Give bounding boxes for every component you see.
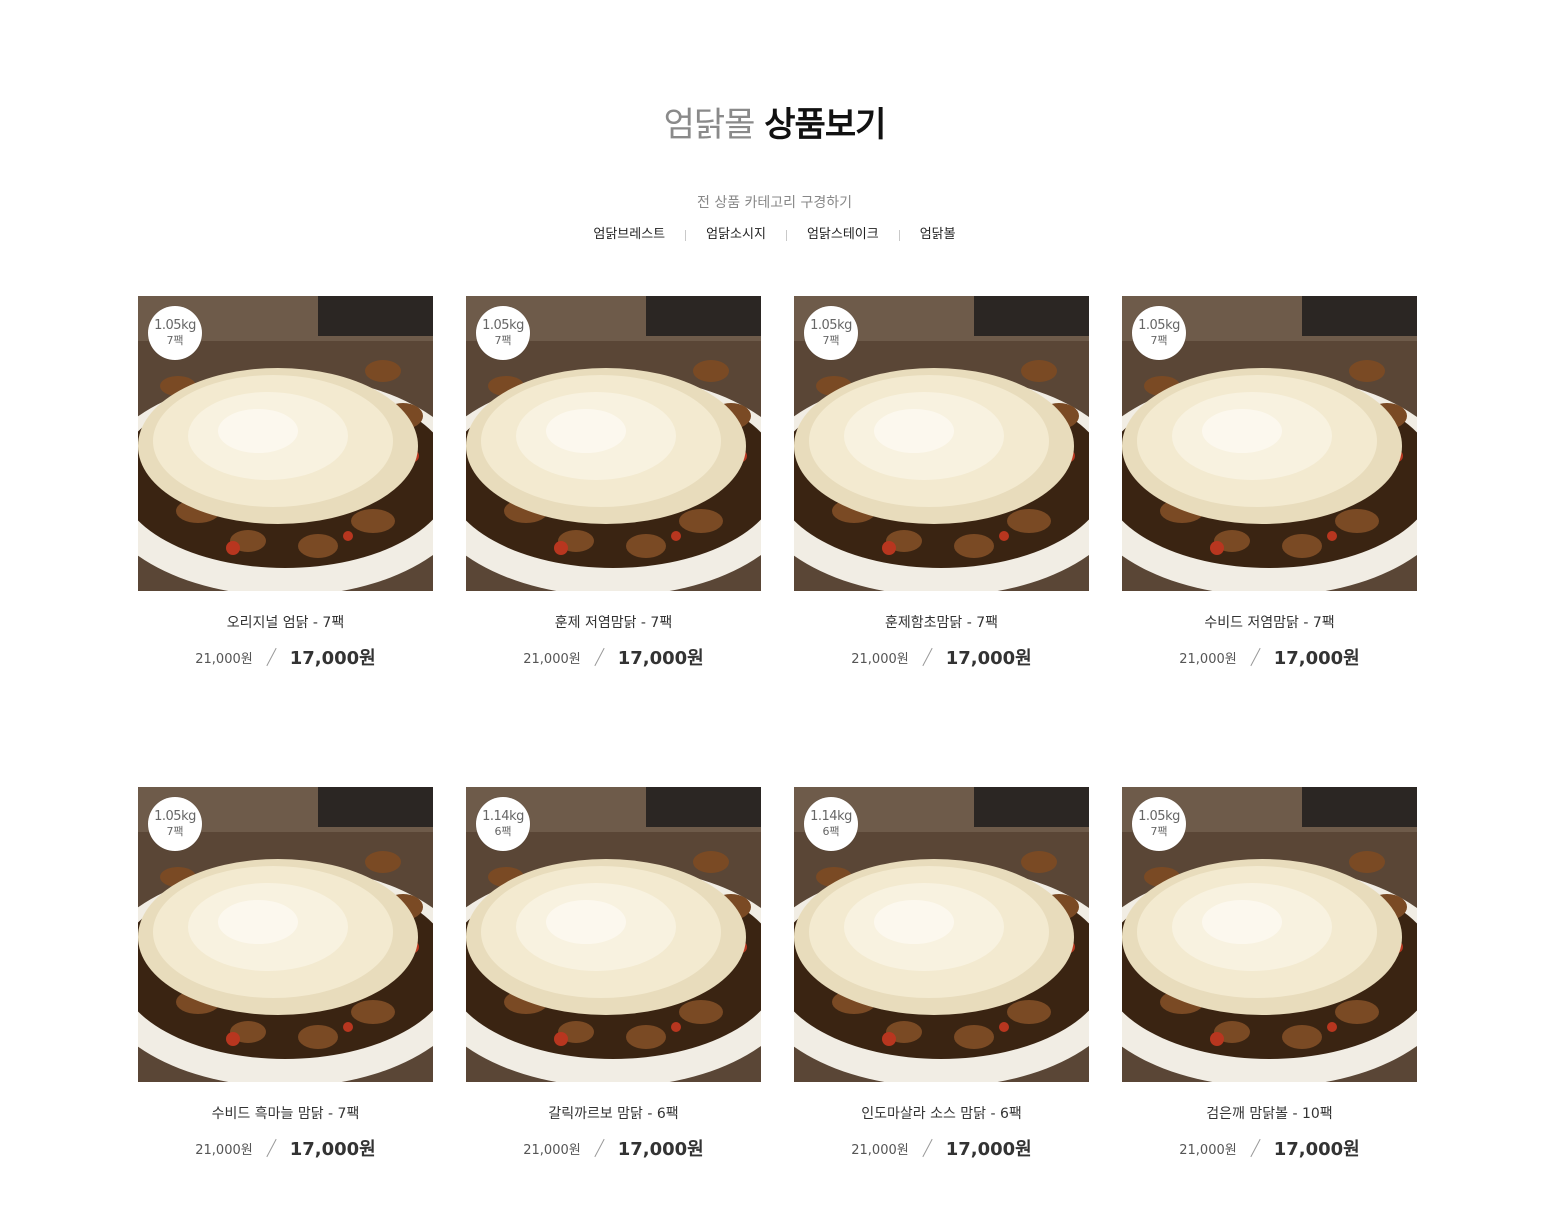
weight-badge: 1.14kg 6팩 [804,797,858,851]
category-subtitle: 전 상품 카테고리 구경하기 [696,195,853,211]
product-card[interactable]: 1.05kg 7팩 수비드 저염맘닭 - 7팩 21,000원 17,000원 [1122,296,1417,669]
original-price: 21,000원 [851,1142,909,1158]
product-name[interactable]: 훈제함초맘닭 - 7팩 [794,613,1089,633]
page: 엄닭몰 상품보기 전 상품 카테고리 구경하기 엄닭브레스트 엄닭소시지 엄닭스… [0,0,1549,1218]
sale-price: 17,000원 [289,648,376,669]
weight-badge: 1.14kg 6팩 [476,797,530,851]
price-divider [922,647,933,667]
pack-count-label: 7팩 [1150,334,1168,347]
sale-price: 17,000원 [1273,648,1360,669]
sale-price: 17,000원 [1273,1139,1360,1160]
weight-label: 1.05kg [482,318,524,333]
price-row: 21,000원 17,000원 [1122,645,1417,669]
pack-count-label: 7팩 [494,334,512,347]
original-price: 21,000원 [523,1142,581,1158]
divider [898,229,900,241]
weight-label: 1.05kg [154,318,196,333]
original-price: 21,000원 [523,651,581,667]
pack-count-label: 7팩 [822,334,840,347]
pack-count-label: 7팩 [166,334,184,347]
product-image[interactable]: 1.05kg 7팩 [138,296,433,591]
price-divider [1250,1138,1261,1158]
price-row: 21,000원 17,000원 [466,645,761,669]
price-divider [266,1138,277,1158]
original-price: 21,000원 [195,1142,253,1158]
pack-count-label: 7팩 [166,825,184,838]
sale-price: 17,000원 [945,648,1032,669]
product-card[interactable]: 1.14kg 6팩 인도마살라 소스 맘닭 - 6팩 21,000원 17,00… [794,787,1089,1160]
original-price: 21,000원 [1179,651,1237,667]
price-divider [1250,647,1261,667]
product-name[interactable]: 수비드 저염맘닭 - 7팩 [1122,613,1417,633]
weight-label: 1.05kg [810,318,852,333]
original-price: 21,000원 [195,651,253,667]
product-card[interactable]: 1.05kg 7팩 훈제 저염맘닭 - 7팩 21,000원 17,000원 [466,296,761,669]
page-title: 엄닭몰 상품보기 [0,100,1549,150]
pack-count-label: 7팩 [1150,825,1168,838]
product-card[interactable]: 1.05kg 7팩 검은깨 맘닭볼 - 10팩 21,000원 17,000원 [1122,787,1417,1160]
product-name[interactable]: 검은깨 맘닭볼 - 10팩 [1122,1104,1417,1124]
price-divider [922,1138,933,1158]
weight-badge: 1.05kg 7팩 [476,306,530,360]
price-divider [594,1138,605,1158]
product-image[interactable]: 1.14kg 6팩 [466,787,761,1082]
weight-badge: 1.05kg 7팩 [1132,306,1186,360]
weight-badge: 1.05kg 7팩 [148,306,202,360]
brand-name: 엄닭몰 [663,105,756,145]
product-image[interactable]: 1.14kg 6팩 [794,787,1089,1082]
page-heading: 상품보기 [764,105,886,145]
product-image[interactable]: 1.05kg 7팩 [1122,296,1417,591]
price-row: 21,000원 17,000원 [138,645,433,669]
weight-label: 1.14kg [810,809,852,824]
sale-price: 17,000원 [617,648,704,669]
weight-label: 1.05kg [154,809,196,824]
category-link-ball[interactable]: 엄닭볼 [920,224,956,246]
category-nav: 엄닭브레스트 엄닭소시지 엄닭스테이크 엄닭볼 [0,224,1549,246]
price-row: 21,000원 17,000원 [1122,1136,1417,1160]
product-name[interactable]: 인도마살라 소스 맘닭 - 6팩 [794,1104,1089,1124]
product-name[interactable]: 수비드 흑마늘 맘닭 - 7팩 [138,1104,433,1124]
product-card[interactable]: 1.05kg 7팩 수비드 흑마늘 맘닭 - 7팩 21,000원 17,000… [138,787,433,1160]
weight-badge: 1.05kg 7팩 [804,306,858,360]
product-card[interactable]: 1.05kg 7팩 오리지널 엄닭 - 7팩 21,000원 17,000원 [138,296,433,669]
divider [685,229,687,241]
product-image[interactable]: 1.05kg 7팩 [794,296,1089,591]
price-row: 21,000원 17,000원 [466,1136,761,1160]
product-image[interactable]: 1.05kg 7팩 [138,787,433,1082]
product-image[interactable]: 1.05kg 7팩 [466,296,761,591]
weight-label: 1.05kg [1138,318,1180,333]
pack-count-label: 6팩 [822,825,840,838]
product-grid: 1.05kg 7팩 오리지널 엄닭 - 7팩 21,000원 17,000원 1… [138,296,1417,1160]
weight-badge: 1.05kg 7팩 [148,797,202,851]
product-card[interactable]: 1.14kg 6팩 갈릭까르보 맘닭 - 6팩 21,000원 17,000원 [466,787,761,1160]
price-row: 21,000원 17,000원 [794,1136,1089,1160]
category-link-breast[interactable]: 엄닭브레스트 [593,224,665,246]
price-row: 21,000원 17,000원 [138,1136,433,1160]
weight-label: 1.05kg [1138,809,1180,824]
product-image[interactable]: 1.05kg 7팩 [1122,787,1417,1082]
category-link-sausage[interactable]: 엄닭소시지 [706,224,766,246]
pack-count-label: 6팩 [494,825,512,838]
sale-price: 17,000원 [945,1139,1032,1160]
weight-badge: 1.05kg 7팩 [1132,797,1186,851]
price-divider [594,647,605,667]
weight-label: 1.14kg [482,809,524,824]
divider [785,229,787,241]
product-name[interactable]: 훈제 저염맘닭 - 7팩 [466,613,761,633]
original-price: 21,000원 [851,651,909,667]
product-name[interactable]: 갈릭까르보 맘닭 - 6팩 [466,1104,761,1124]
sale-price: 17,000원 [289,1139,376,1160]
price-divider [266,647,277,667]
sale-price: 17,000원 [617,1139,704,1160]
category-link-steak[interactable]: 엄닭스테이크 [807,224,879,246]
price-row: 21,000원 17,000원 [794,645,1089,669]
original-price: 21,000원 [1179,1142,1237,1158]
product-card[interactable]: 1.05kg 7팩 훈제함초맘닭 - 7팩 21,000원 17,000원 [794,296,1089,669]
product-name[interactable]: 오리지널 엄닭 - 7팩 [138,613,433,633]
